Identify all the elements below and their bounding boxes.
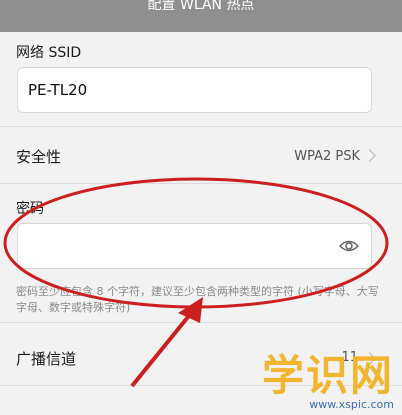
annotation-ellipse xyxy=(3,177,389,309)
annotation-arrow-head xyxy=(178,297,203,323)
watermark-logo: 学识网 xyxy=(261,351,394,400)
watermark: 学识网 www.xspic.com xyxy=(261,351,394,412)
annotation-arrow-line xyxy=(130,310,194,388)
